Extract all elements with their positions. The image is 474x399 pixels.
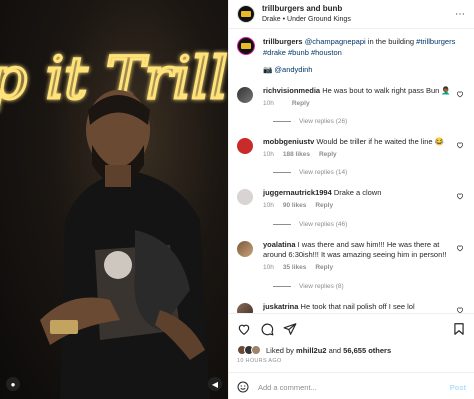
heart-icon[interactable] [456,244,464,252]
comments-list[interactable]: trillburgers @champagnepapi in the build… [229,29,474,313]
caption-mention[interactable]: @champagnepapi [305,37,366,46]
bookmark-icon[interactable] [452,322,466,336]
avatar[interactable] [237,302,253,313]
view-replies-label: View replies (8) [299,282,344,290]
caption: trillburgers @champagnepapi in the build… [237,37,466,76]
view-replies[interactable]: View replies (26) [273,118,466,125]
post-username[interactable]: trillburgers [262,4,304,13]
caption-username[interactable]: trillburgers [263,37,303,46]
liker-avatars[interactable] [237,345,261,355]
brand-logo-icon [241,11,251,17]
comment-text: He took that nail polish off I see lol [300,301,415,311]
post-panel: trillburgers and bunb Drake • Under Grou… [228,0,474,399]
avatar[interactable] [237,240,253,257]
post-collab[interactable]: and bunb [306,4,342,13]
heart-icon[interactable] [456,306,464,313]
comment-text: He was bout to walk right pass Bun 🤦🏾‍♂️ [322,85,451,95]
reply-button[interactable]: Reply [315,201,333,210]
comment-time[interactable]: 10h [263,201,274,210]
likes-count[interactable]: 56,655 others [343,346,391,355]
brand-logo-icon [241,43,251,49]
comment: juskatrina He took that nail polish off … [237,302,466,313]
comment-username[interactable]: juskatrina [263,302,298,311]
reply-button[interactable]: Reply [292,99,310,108]
emoji-icon[interactable] [237,381,249,393]
view-replies[interactable]: View replies (46) [273,221,466,228]
post-timestamp[interactable]: 10 HOURS AGO [237,358,466,364]
comment-text: Would be triller if he waited the line 😂 [316,136,444,146]
comment-time[interactable]: 10h [263,150,274,159]
caption-credit[interactable]: 📷 @andydinh [263,65,466,76]
add-comment-bar: Post [229,372,474,399]
comment-icon[interactable] [260,322,274,336]
person-figure [40,90,210,399]
user-tags-icon[interactable]: ● [6,377,20,391]
share-icon[interactable] [283,322,297,336]
comment-username[interactable]: richvisionmedia [263,86,320,95]
comment-input[interactable] [258,382,450,392]
comment-likes[interactable]: 188 likes [283,150,310,159]
post-location[interactable]: Drake • Under Ground Kings [262,15,351,24]
comment-likes[interactable]: 35 likes [283,263,307,272]
liked-by-prefix: Liked by [266,345,294,355]
like-icon[interactable] [237,322,251,336]
heart-icon[interactable] [456,141,464,149]
post-comment-button[interactable]: Post [450,383,466,392]
comment-time[interactable]: 10h [263,99,274,108]
heart-icon[interactable] [456,90,464,98]
comment: mobbgeniustv Would be triller if he wait… [237,137,466,159]
caption-text: in the building [367,37,415,46]
comment: richvisionmedia He was bout to walk righ… [237,86,466,108]
reply-button[interactable]: Reply [315,263,333,272]
view-replies[interactable]: View replies (8) [273,283,466,290]
avatar[interactable] [237,37,255,55]
comment-username[interactable]: yoalatina [263,240,296,249]
view-replies-label: View replies (14) [299,169,348,177]
post-header: trillburgers and bunb Drake • Under Grou… [229,0,474,29]
avatar[interactable] [237,5,255,23]
liked-by-and: and [328,345,342,355]
heart-icon[interactable] [456,192,464,200]
likes-summary: Liked by mhill2u2 and 56,655 others [237,345,466,355]
view-replies[interactable]: View replies (14) [273,169,466,176]
view-replies-label: View replies (26) [299,117,348,125]
comment-likes[interactable]: 90 likes [283,201,307,210]
comment-username[interactable]: mobbgeniustv [263,137,314,146]
comment-time[interactable]: 10h [263,263,274,272]
post-actions: Liked by mhill2u2 and 56,655 others 10 H… [229,313,474,399]
view-replies-label: View replies (46) [299,220,348,228]
liked-by-user[interactable]: mhill2u2 [296,346,326,355]
post-image[interactable]: p it Trill ● ◀ [0,0,228,399]
more-options-icon[interactable]: ⋯ [455,9,466,20]
comment: yoalatina I was there and saw him!!! He … [237,240,466,273]
avatar[interactable] [237,189,253,206]
audio-icon[interactable]: ◀ [208,377,222,391]
comment-username[interactable]: juggernautrick1994 [263,188,332,197]
avatar[interactable] [237,86,253,103]
comment-text: Drake a clown [333,188,382,198]
comment: juggernautrick1994 Drake a clown 10h 90 l… [237,188,466,210]
avatar[interactable] [237,137,253,154]
reply-button[interactable]: Reply [319,150,337,159]
